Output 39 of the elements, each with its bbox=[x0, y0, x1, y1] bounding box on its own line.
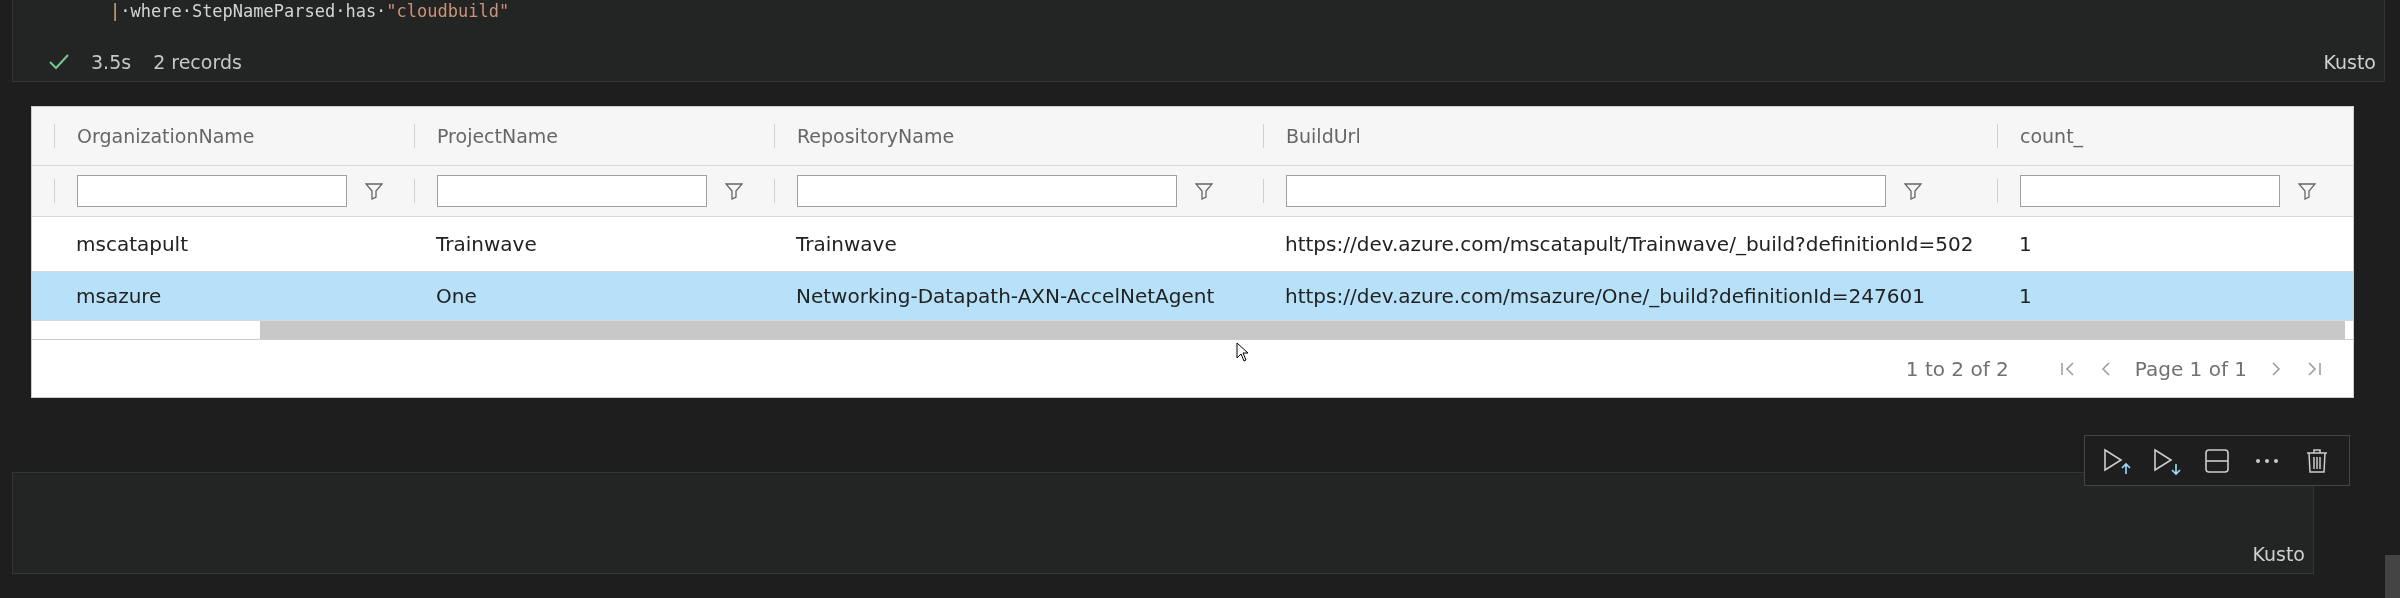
record-count: 2 records bbox=[153, 51, 242, 73]
column-header[interactable]: count_ bbox=[1997, 124, 2353, 148]
table-cell-text: msazure bbox=[75, 284, 163, 308]
table-cell-text: mscatapult bbox=[75, 232, 190, 256]
table-cell-text: https://dev.azure.com/mscatapult/Trainwave/_build?definitionId=502 bbox=[1284, 232, 1975, 256]
column-header[interactable]: BuildUrl bbox=[1263, 124, 1997, 148]
row-summary: 1 to 2 of 2 bbox=[1905, 356, 2009, 381]
table-cell-text: One bbox=[435, 284, 478, 308]
filter-input[interactable] bbox=[1286, 175, 1886, 207]
cell-language[interactable]: Kusto bbox=[2252, 543, 2305, 565]
duration: 3.5s bbox=[91, 51, 132, 73]
code-line: |·where·StepNameParsed·has·"cloudbuild" bbox=[110, 1, 510, 21]
table-cell-text: Trainwave bbox=[435, 232, 538, 256]
mouse-pointer-icon bbox=[1236, 342, 1249, 362]
filter-icon[interactable] bbox=[1195, 182, 1213, 200]
next-page-icon[interactable] bbox=[2269, 359, 2283, 378]
table-cell-text: https://dev.azure.com/msazure/One/_build?definitionId=247601 bbox=[1284, 284, 1926, 308]
filter-input[interactable] bbox=[797, 175, 1177, 207]
filter-icon[interactable] bbox=[1904, 182, 1922, 200]
scrollbar-thumb[interactable] bbox=[2385, 555, 2400, 598]
page-label: Page 1 of 1 bbox=[2134, 356, 2247, 381]
column-header[interactable]: ProjectName bbox=[414, 124, 774, 148]
filter-input[interactable] bbox=[77, 175, 347, 207]
column-header[interactable]: OrganizationName bbox=[54, 124, 414, 148]
filter-icon[interactable] bbox=[2298, 182, 2316, 200]
table-cell-text: Networking-Datapath-AXN-AccelNetAgent bbox=[795, 284, 1216, 308]
scrollbar-thumb[interactable] bbox=[260, 321, 2345, 339]
table-row[interactable]: msazure One Networking-Datapath-AXN-AccelNetAgent https://dev.azure.com/msazure/One/_build?definitionId=247601 1 bbox=[32, 272, 2353, 321]
filter-input[interactable] bbox=[2020, 175, 2280, 207]
cell-language[interactable]: Kusto bbox=[2323, 51, 2376, 73]
last-page-icon[interactable] bbox=[2305, 359, 2323, 378]
filter-input[interactable] bbox=[437, 175, 707, 207]
filter-icon[interactable] bbox=[365, 182, 383, 200]
first-page-icon[interactable] bbox=[2058, 359, 2077, 378]
column-header[interactable]: RepositoryName bbox=[774, 124, 1263, 148]
table-cell-text: 1 bbox=[2018, 232, 2033, 256]
filter-icon[interactable] bbox=[725, 182, 743, 200]
table-cell-text: Trainwave bbox=[795, 232, 898, 256]
table-cell-text: 1 bbox=[2018, 284, 2033, 308]
